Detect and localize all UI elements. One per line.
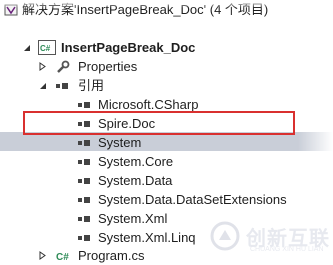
watermark-icon bbox=[210, 221, 240, 251]
program-file-label: Program.cs bbox=[78, 248, 145, 263]
expand-arrow-icon[interactable] bbox=[38, 246, 48, 265]
reference-label: System.Core bbox=[98, 154, 174, 169]
svg-text:C#: C# bbox=[56, 252, 69, 262]
top-edge-fade bbox=[0, 0, 333, 8]
expand-arrow-icon[interactable] bbox=[38, 57, 48, 76]
collapse-arrow-icon[interactable] bbox=[22, 38, 32, 57]
svg-text:C#: C# bbox=[40, 44, 51, 53]
assembly-reference-icon bbox=[78, 152, 94, 171]
watermark-subtext: CHUANG XIN HU LIAN bbox=[250, 246, 324, 253]
reference-label: System.Data.DataSetExtensions bbox=[98, 192, 287, 207]
reference-label: System bbox=[98, 135, 142, 150]
highlight-annotation bbox=[23, 111, 295, 135]
properties-label: Properties bbox=[78, 59, 138, 74]
reference-label: System.Xml.Linq bbox=[98, 230, 196, 245]
project-label: InsertPageBreak_Doc bbox=[61, 40, 196, 55]
watermark-logo: 创新互联 CHUANG XIN HU LIAN bbox=[210, 216, 333, 256]
reference-label: System.Data bbox=[98, 173, 173, 188]
wrench-icon bbox=[56, 57, 70, 76]
reference-label: System.Xml bbox=[98, 211, 168, 226]
collapse-arrow-icon[interactable] bbox=[38, 76, 48, 95]
assembly-reference-icon bbox=[78, 228, 94, 247]
csharp-project-icon: C# bbox=[38, 38, 56, 57]
assembly-reference-icon bbox=[78, 209, 94, 228]
assembly-reference-icon bbox=[78, 190, 94, 209]
assembly-reference-icon bbox=[78, 171, 94, 190]
assembly-reference-icon bbox=[78, 133, 94, 152]
references-label: 引用 bbox=[78, 78, 105, 93]
csharp-file-icon: C# bbox=[56, 246, 74, 265]
references-icon bbox=[56, 76, 72, 95]
